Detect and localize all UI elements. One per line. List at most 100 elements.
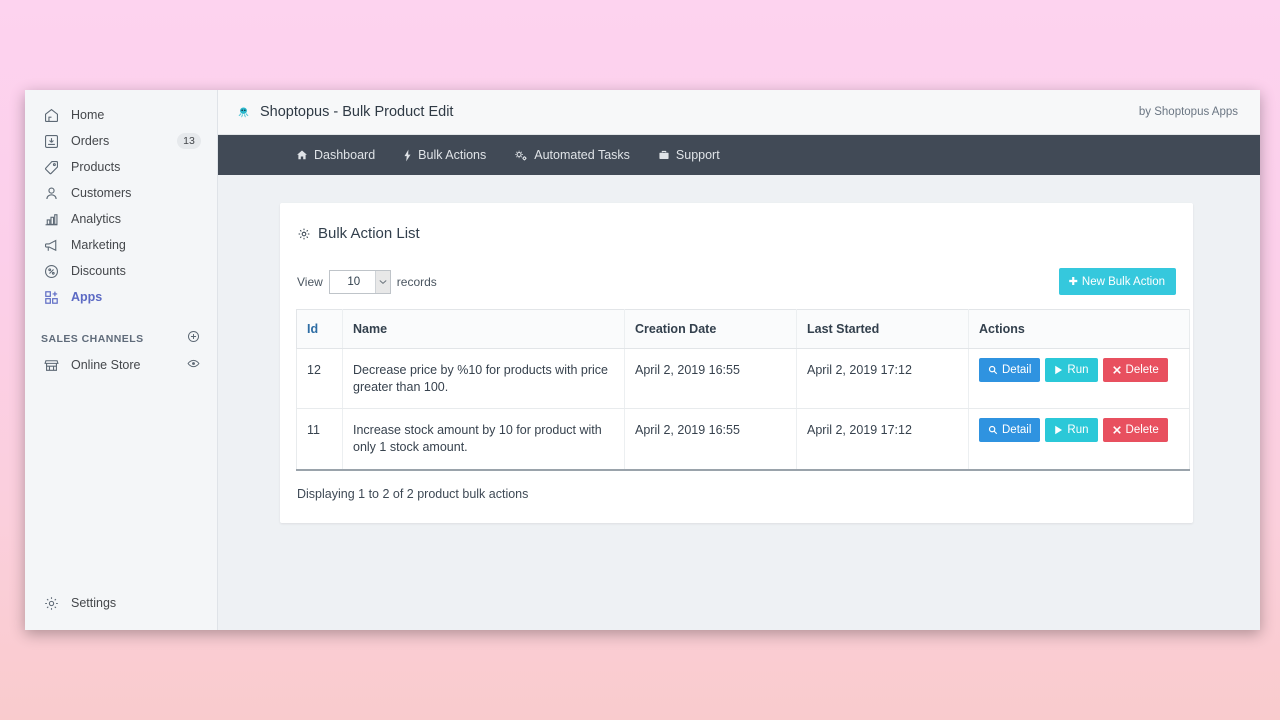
cell-id: 11 <box>297 409 343 470</box>
home-icon <box>41 105 61 125</box>
sidebar-item-customers[interactable]: Customers <box>33 180 209 206</box>
card-title-text: Bulk Action List <box>318 225 420 242</box>
detail-button[interactable]: Detail <box>979 418 1040 442</box>
orders-count-badge: 13 <box>177 133 201 149</box>
run-label: Run <box>1067 364 1088 376</box>
customers-icon <box>41 183 61 203</box>
bolt-icon <box>403 149 412 162</box>
app-title-text: Shoptopus - Bulk Product Edit <box>260 104 453 120</box>
nav-item-label: Automated Tasks <box>534 148 630 162</box>
column-header-name[interactable]: Name <box>343 310 625 349</box>
delete-button[interactable]: Delete <box>1103 418 1168 442</box>
plus-circle-icon[interactable] <box>186 329 201 349</box>
bulk-action-list-card: Bulk Action List View 102550100 <box>280 203 1193 523</box>
app-body: Bulk Action List View 102550100 <box>218 175 1260 630</box>
home-icon <box>296 149 308 161</box>
plus-icon: ✚ <box>1069 276 1078 288</box>
cell-actions: Detail Run <box>969 349 1190 409</box>
play-icon <box>1054 425 1063 435</box>
records-label: records <box>397 275 437 289</box>
cogs-icon <box>514 149 528 162</box>
nav-item-label: Bulk Actions <box>418 148 486 162</box>
sidebar-footer: Settings <box>25 590 217 616</box>
bulk-actions-table: Id Name Creation Date Last Started Actio… <box>296 309 1190 471</box>
nav-item-dashboard[interactable]: Dashboard <box>296 148 375 162</box>
delete-button[interactable]: Delete <box>1103 358 1168 382</box>
new-bulk-action-button[interactable]: ✚ New Bulk Action <box>1059 268 1176 295</box>
sidebar-item-marketing[interactable]: Marketing <box>33 232 209 258</box>
nav-item-support[interactable]: Support <box>658 148 720 162</box>
sidebar-item-label: Analytics <box>71 212 201 226</box>
table-header-row: Id Name Creation Date Last Started Actio… <box>297 310 1190 349</box>
column-header-last-started[interactable]: Last Started <box>797 310 969 349</box>
sidebar-item-label: Online Store <box>71 358 186 372</box>
detail-button[interactable]: Detail <box>979 358 1040 382</box>
app-nav-bar: Dashboard Bulk Actions <box>218 135 1260 175</box>
table-head: Id Name Creation Date Last Started Actio… <box>297 310 1190 349</box>
column-header-actions: Actions <box>969 310 1190 349</box>
run-button[interactable]: Run <box>1045 358 1097 382</box>
app-byline: by Shoptopus Apps <box>1139 106 1238 118</box>
orders-icon <box>41 131 61 151</box>
run-label: Run <box>1067 424 1088 436</box>
magnifier-icon <box>988 425 998 435</box>
sidebar-item-orders[interactable]: Orders 13 <box>33 128 209 154</box>
nav-item-label: Support <box>676 148 720 162</box>
store-icon <box>41 355 61 375</box>
column-header-creation-date[interactable]: Creation Date <box>625 310 797 349</box>
sidebar-item-apps[interactable]: Apps <box>33 284 209 310</box>
app-content: Shoptopus - Bulk Product Edit by Shoptop… <box>218 90 1260 630</box>
octopus-logo-icon <box>236 105 251 120</box>
table-footer-summary: Displaying 1 to 2 of 2 product bulk acti… <box>296 487 1177 501</box>
sidebar-item-label: Apps <box>71 290 201 304</box>
card-title: Bulk Action List <box>296 223 1177 242</box>
cell-actions: Detail Run <box>969 409 1190 470</box>
new-bulk-action-label: New Bulk Action <box>1082 276 1165 288</box>
page-size-select-wrapper: 102550100 <box>329 270 391 294</box>
table-body: 12 Decrease price by %10 for products wi… <box>297 349 1190 470</box>
sidebar-item-online-store[interactable]: Online Store <box>33 352 209 378</box>
delete-label: Delete <box>1126 364 1159 376</box>
cell-last-started: April 2, 2019 17:12 <box>797 349 969 409</box>
sidebar-item-label: Discounts <box>71 264 201 278</box>
run-button[interactable]: Run <box>1045 418 1097 442</box>
discounts-icon <box>41 261 61 281</box>
sidebar-item-label: Marketing <box>71 238 201 252</box>
magnifier-icon <box>988 365 998 375</box>
sidebar-item-settings[interactable]: Settings <box>33 590 209 616</box>
detail-label: Detail <box>1002 424 1031 436</box>
marketing-icon <box>41 235 61 255</box>
cell-name: Decrease price by %10 for products with … <box>343 349 625 409</box>
sidebar-item-label: Customers <box>71 186 201 200</box>
table-toolbar: View 102550100 records ✚New Bul <box>296 268 1177 295</box>
analytics-icon <box>41 209 61 229</box>
detail-label: Detail <box>1002 364 1031 376</box>
sidebar-item-products[interactable]: Products <box>33 154 209 180</box>
times-icon <box>1112 425 1122 435</box>
shopify-sidebar: Home Orders 13 Products <box>25 90 218 630</box>
sidebar-item-home[interactable]: Home <box>33 102 209 128</box>
table-row: 11 Increase stock amount by 10 for produ… <box>297 409 1190 470</box>
briefcase-icon <box>658 149 670 161</box>
products-icon <box>41 157 61 177</box>
sidebar-item-label: Settings <box>71 596 201 610</box>
nav-item-automated-tasks[interactable]: Automated Tasks <box>514 148 630 162</box>
cell-last-started: April 2, 2019 17:12 <box>797 409 969 470</box>
cell-id: 12 <box>297 349 343 409</box>
sidebar-item-label: Orders <box>71 134 177 148</box>
sidebar-item-analytics[interactable]: Analytics <box>33 206 209 232</box>
sidebar-item-discounts[interactable]: Discounts <box>33 258 209 284</box>
app-title: Shoptopus - Bulk Product Edit <box>236 104 1139 120</box>
column-header-id[interactable]: Id <box>297 310 343 349</box>
page-size-control: View 102550100 records <box>297 270 1059 294</box>
cell-creation-date: April 2, 2019 16:55 <box>625 409 797 470</box>
view-label: View <box>297 275 323 289</box>
nav-item-bulk-actions[interactable]: Bulk Actions <box>403 148 486 162</box>
gear-icon <box>41 593 61 613</box>
gear-icon <box>297 227 311 241</box>
cell-creation-date: April 2, 2019 16:55 <box>625 349 797 409</box>
apps-icon <box>41 287 61 307</box>
page-size-select[interactable]: 102550100 <box>329 270 391 294</box>
play-icon <box>1054 365 1063 375</box>
eye-icon[interactable] <box>186 356 201 374</box>
